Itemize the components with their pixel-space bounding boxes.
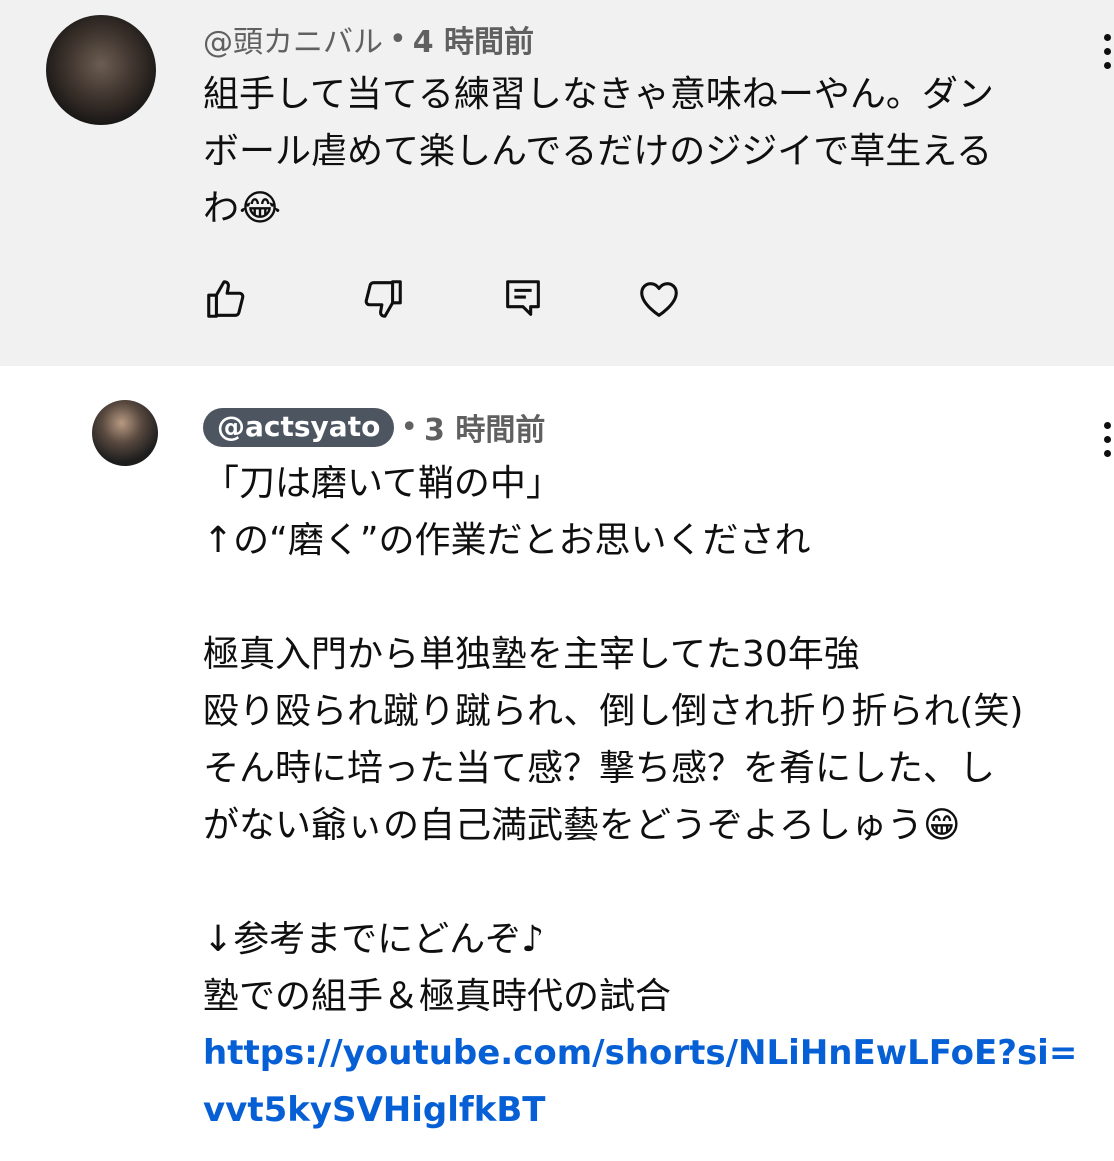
avatar[interactable] bbox=[92, 400, 158, 466]
like-icon[interactable] bbox=[203, 276, 249, 322]
comment-header: @頭カニバル • 4 時間前 bbox=[203, 17, 535, 61]
comment-header: @actsyato • 3 時間前 bbox=[203, 406, 545, 448]
comment-text: 「刀は磨いて鞘の中」 ↑の“磨く”の作業だとお思いくだされ 極真入門から単独塾を… bbox=[203, 463, 1024, 1017]
more-options-icon[interactable] bbox=[1104, 34, 1114, 69]
comment: @actsyato • 3 時間前 「刀は磨いて鞘の中」 ↑の“磨く”の作業だと… bbox=[0, 366, 1114, 1161]
more-options-icon[interactable] bbox=[1104, 422, 1114, 457]
heart-icon[interactable] bbox=[636, 276, 682, 322]
comment-author[interactable]: @頭カニバル bbox=[203, 17, 383, 61]
avatar[interactable] bbox=[46, 15, 156, 125]
comment-text: 組手して当てる練習しなきゃ意味ねーやん。ダン ボール虐めて楽しんでるだけのジジイ… bbox=[203, 74, 994, 229]
separator-dot: • bbox=[389, 21, 407, 57]
separator-dot: • bbox=[400, 409, 419, 445]
comment-time: 3 時間前 bbox=[424, 413, 546, 448]
comment-author-chip[interactable]: @actsyato bbox=[203, 407, 395, 447]
dislike-icon[interactable] bbox=[360, 276, 406, 322]
comment-highlighted: @頭カニバル • 4 時間前 組手して当てる練習しなきゃ意味ねーやん。ダン ボー… bbox=[0, 0, 1114, 366]
comment-time: 4 時間前 bbox=[412, 25, 535, 60]
reply-icon[interactable] bbox=[500, 276, 546, 322]
comment-link[interactable]: https://youtube.com/shorts/NLiHnEwLFoE?s… bbox=[203, 1025, 1077, 1139]
